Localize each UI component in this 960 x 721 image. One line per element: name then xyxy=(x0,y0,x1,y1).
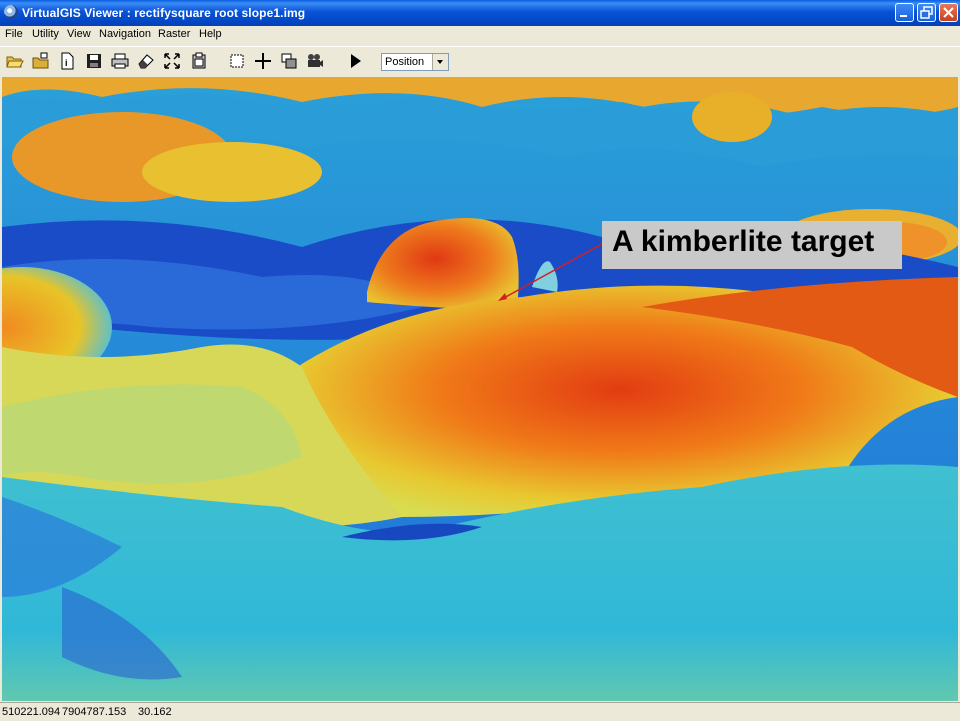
save-icon[interactable] xyxy=(85,52,103,70)
menu-file[interactable]: File xyxy=(5,28,23,40)
status-bar: 510221.094 7904787.153 30.162 xyxy=(0,702,960,721)
crosshair-icon[interactable] xyxy=(254,52,272,70)
document-info-icon[interactable]: i xyxy=(58,52,76,70)
maximize-button[interactable] xyxy=(917,3,936,22)
mode-dropdown-value: Position xyxy=(385,56,425,68)
mode-dropdown[interactable]: Position xyxy=(381,53,449,71)
svg-text:i: i xyxy=(65,58,68,68)
open-layer-icon[interactable] xyxy=(32,52,50,70)
close-icon xyxy=(943,7,954,18)
snapshot-icon[interactable] xyxy=(280,52,298,70)
annotation-label: A kimberlite target xyxy=(602,221,902,269)
play-icon[interactable] xyxy=(346,52,364,70)
menu-navigation[interactable]: Navigation xyxy=(99,28,151,40)
window-title: VirtualGIS Viewer : rectifysquare root s… xyxy=(22,6,306,20)
camera-icon[interactable] xyxy=(306,52,324,70)
restore-icon xyxy=(920,6,933,19)
status-easting: 510221.094 xyxy=(2,706,61,718)
frame-icon[interactable] xyxy=(228,52,246,70)
minimize-icon xyxy=(900,15,907,17)
print-icon[interactable] xyxy=(111,52,129,70)
menu-raster[interactable]: Raster xyxy=(158,28,190,40)
menu-utility[interactable]: Utility xyxy=(32,28,59,40)
close-button[interactable] xyxy=(939,3,958,22)
chevron-down-icon[interactable] xyxy=(432,54,448,70)
menu-bar: File Utility View Navigation Raster Help xyxy=(0,26,960,44)
copy-clipboard-icon[interactable] xyxy=(190,52,208,70)
menu-view[interactable]: View xyxy=(67,28,91,40)
slope-terrain-render xyxy=(2,77,958,701)
app-globe-icon xyxy=(4,5,18,19)
toolbar: i Position xyxy=(0,46,960,77)
title-bar[interactable]: VirtualGIS Viewer : rectifysquare root s… xyxy=(0,0,960,26)
minimize-button[interactable] xyxy=(895,3,914,22)
status-value: 30.162 xyxy=(138,706,172,718)
open-folder-icon[interactable] xyxy=(6,52,24,70)
eraser-icon[interactable] xyxy=(137,52,155,70)
fit-extent-icon[interactable] xyxy=(163,52,181,70)
3d-terrain-view[interactable]: A kimberlite target xyxy=(2,77,958,701)
menu-help[interactable]: Help xyxy=(199,28,222,40)
status-northing: 7904787.153 xyxy=(62,706,127,718)
